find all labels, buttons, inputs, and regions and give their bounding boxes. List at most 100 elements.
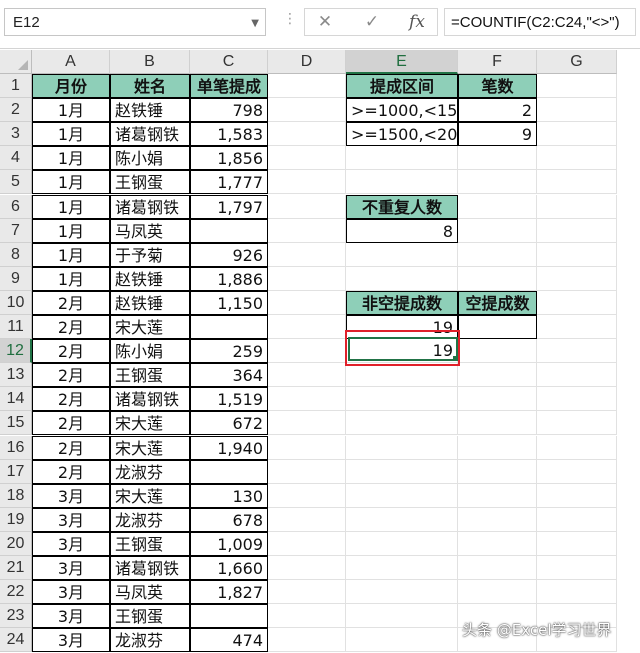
commission-cell[interactable]: 672 — [190, 411, 268, 436]
month-cell[interactable]: 2月 — [32, 339, 110, 364]
month-cell[interactable]: 1月 — [32, 122, 110, 147]
row-header-12[interactable]: 12 — [0, 339, 32, 364]
empty-cell[interactable] — [537, 315, 617, 339]
empty-cell[interactable] — [268, 411, 346, 436]
row-header-21[interactable]: 21 — [0, 556, 32, 580]
commission-cell[interactable]: 798 — [190, 98, 268, 123]
range-count-cell[interactable]: 9 — [458, 122, 537, 147]
name-box[interactable]: E12 ▼ — [4, 8, 266, 36]
empty-cell[interactable] — [537, 363, 617, 388]
column-header-e[interactable]: E — [346, 50, 458, 74]
cancel-icon[interactable]: ✕ — [313, 12, 337, 32]
empty-cell[interactable] — [458, 556, 537, 580]
empty-cell[interactable] — [458, 483, 537, 508]
empty-cell[interactable] — [346, 604, 458, 629]
month-cell[interactable]: 2月 — [32, 315, 110, 339]
row-header-6[interactable]: 6 — [0, 194, 32, 219]
empty-cell[interactable] — [346, 411, 458, 436]
name-cell[interactable]: 宋大莲 — [110, 411, 190, 436]
empty-cell[interactable] — [346, 531, 458, 556]
empty-cell[interactable] — [537, 74, 617, 98]
formula-input[interactable]: =COUNTIF(C2:C24,"<>") — [444, 8, 636, 36]
name-cell[interactable]: 陈小娟 — [110, 339, 190, 364]
table-header-cell[interactable]: 月份 — [32, 74, 110, 98]
row-header-24[interactable]: 24 — [0, 628, 32, 653]
enter-icon[interactable]: ✓ — [360, 12, 384, 32]
empty-cell[interactable] — [268, 628, 346, 653]
row-header-8[interactable]: 8 — [0, 242, 32, 267]
empty-cell[interactable] — [458, 146, 537, 171]
commission-cell[interactable]: 1,777 — [190, 170, 268, 195]
empty-cell[interactable] — [346, 387, 458, 412]
blank-count-cell[interactable] — [458, 315, 537, 339]
row-header-4[interactable]: 4 — [0, 146, 32, 171]
empty-cell[interactable] — [537, 435, 617, 460]
commission-cell[interactable] — [190, 604, 268, 629]
range-label-cell[interactable]: >=1000,<1500 — [346, 98, 458, 123]
empty-cell[interactable] — [537, 411, 617, 436]
empty-cell[interactable] — [537, 146, 617, 171]
range-header-cell[interactable]: 笔数 — [458, 74, 537, 98]
empty-cell[interactable] — [268, 483, 346, 508]
empty-cell[interactable] — [268, 604, 346, 629]
empty-cell[interactable] — [537, 556, 617, 580]
name-cell[interactable]: 诸葛钢铁 — [110, 556, 190, 580]
empty-cell[interactable] — [346, 435, 458, 460]
row-header-19[interactable]: 19 — [0, 507, 32, 532]
empty-cell[interactable] — [537, 122, 617, 147]
name-cell[interactable]: 马凤英 — [110, 218, 190, 243]
month-cell[interactable]: 3月 — [32, 628, 110, 653]
month-cell[interactable]: 1月 — [32, 266, 110, 291]
month-cell[interactable]: 2月 — [32, 411, 110, 436]
name-cell[interactable]: 王钢蛋 — [110, 604, 190, 629]
empty-cell[interactable] — [346, 580, 458, 605]
name-cell[interactable]: 宋大莲 — [110, 435, 190, 460]
empty-cell[interactable] — [537, 339, 617, 364]
empty-cell[interactable] — [268, 339, 346, 364]
empty-cell[interactable] — [458, 531, 537, 556]
empty-cell[interactable] — [346, 628, 458, 653]
name-cell[interactable]: 赵铁锤 — [110, 290, 190, 315]
empty-cell[interactable] — [537, 98, 617, 123]
row-header-22[interactable]: 22 — [0, 580, 32, 605]
table-header-cell[interactable]: 姓名 — [110, 74, 190, 98]
commission-cell[interactable]: 1,150 — [190, 290, 268, 315]
chevron-down-icon[interactable]: ▼ — [251, 18, 259, 29]
empty-cell[interactable] — [268, 459, 346, 484]
empty-cell[interactable] — [458, 218, 537, 243]
empty-cell[interactable] — [458, 411, 537, 436]
empty-cell[interactable] — [346, 556, 458, 580]
commission-cell[interactable]: 1,009 — [190, 531, 268, 556]
name-cell[interactable]: 王钢蛋 — [110, 531, 190, 556]
name-cell[interactable]: 赵铁锤 — [110, 98, 190, 123]
empty-cell[interactable] — [268, 218, 346, 243]
name-cell[interactable]: 龙淑芬 — [110, 459, 190, 484]
empty-cell[interactable] — [346, 507, 458, 532]
row-header-18[interactable]: 18 — [0, 483, 32, 508]
empty-cell[interactable] — [458, 266, 537, 291]
unique-header-cell[interactable]: 不重复人数 — [346, 194, 458, 219]
month-cell[interactable]: 1月 — [32, 146, 110, 171]
month-cell[interactable]: 2月 — [32, 363, 110, 388]
commission-cell[interactable]: 1,827 — [190, 580, 268, 605]
name-cell[interactable]: 龙淑芬 — [110, 628, 190, 653]
unique-value-cell[interactable]: 8 — [346, 218, 458, 243]
blank-header-cell[interactable]: 空提成数 — [458, 290, 537, 315]
row-header-14[interactable]: 14 — [0, 387, 32, 412]
empty-cell[interactable] — [458, 363, 537, 388]
empty-cell[interactable] — [537, 580, 617, 605]
name-cell[interactable]: 陈小娟 — [110, 146, 190, 171]
row-header-20[interactable]: 20 — [0, 531, 32, 556]
empty-cell[interactable] — [537, 483, 617, 508]
month-cell[interactable]: 3月 — [32, 604, 110, 629]
name-cell[interactable]: 赵铁锤 — [110, 266, 190, 291]
empty-cell[interactable] — [537, 507, 617, 532]
row-header-15[interactable]: 15 — [0, 411, 32, 436]
blank-header-cell[interactable]: 非空提成数 — [346, 290, 458, 315]
row-header-7[interactable]: 7 — [0, 218, 32, 243]
month-cell[interactable]: 2月 — [32, 435, 110, 460]
commission-cell[interactable]: 1,856 — [190, 146, 268, 171]
commission-cell[interactable]: 364 — [190, 363, 268, 388]
empty-cell[interactable] — [458, 387, 537, 412]
row-header-10[interactable]: 10 — [0, 290, 32, 315]
